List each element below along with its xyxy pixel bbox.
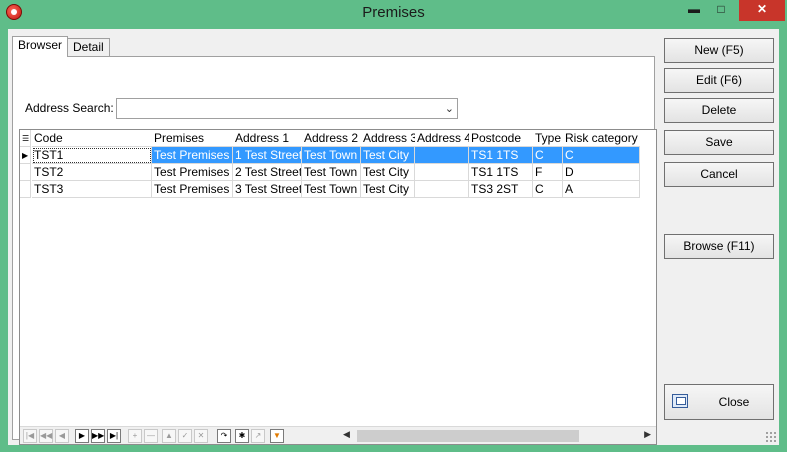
table-row[interactable]: ▶ TST1 Test Premises 1 Test Street Test …	[20, 147, 640, 164]
scroll-thumb[interactable]	[357, 430, 579, 442]
cell-postcode[interactable]: TS3 2ST	[469, 181, 533, 198]
first-icon[interactable]: |◀	[23, 429, 37, 443]
goto-bookmark-icon[interactable]: ↗	[251, 429, 265, 443]
next-icon[interactable]: ▶	[75, 429, 89, 443]
close-button[interactable]: Close	[664, 384, 774, 420]
cell-address2[interactable]: Test Town	[302, 181, 361, 198]
column-header-postcode[interactable]: Postcode	[469, 130, 533, 147]
client-area: Browser Detail Address Search: ⌄ ☰ Code …	[8, 29, 779, 445]
cell-risk[interactable]: A	[563, 181, 640, 198]
minimize-button[interactable]: ▬	[683, 0, 705, 21]
column-header-risk-category[interactable]: Risk category	[563, 130, 640, 147]
column-chooser-icon[interactable]: ☰	[20, 130, 31, 147]
current-row-indicator-icon: ▶	[20, 147, 31, 164]
cancel-button[interactable]: Cancel	[664, 162, 774, 187]
edit-button[interactable]: Edit (F6)	[664, 68, 774, 93]
cancel-icon[interactable]: ✕	[194, 429, 208, 443]
row-indicator	[20, 181, 31, 198]
refresh-icon[interactable]: ↷	[217, 429, 231, 443]
delete-icon[interactable]: —	[144, 429, 158, 443]
new-button[interactable]: New (F5)	[664, 38, 774, 63]
post-icon[interactable]: ✓	[178, 429, 192, 443]
horizontal-scrollbar[interactable]: ◀ ▶	[338, 426, 656, 444]
title-bar[interactable]: Premises ▬ □ ✕	[0, 0, 787, 25]
maximize-button[interactable]: □	[710, 0, 732, 21]
premises-grid[interactable]: ☰ Code Premises Address 1 Address 2 Addr…	[19, 129, 657, 445]
save-button[interactable]: Save	[664, 130, 774, 155]
cell-address4[interactable]	[415, 181, 469, 198]
column-header-address4[interactable]: Address 4	[415, 130, 469, 147]
next-page-icon[interactable]: ▶▶	[91, 429, 105, 443]
cell-address1[interactable]: 2 Test Street	[233, 164, 302, 181]
cell-type[interactable]: C	[533, 147, 563, 164]
column-header-code[interactable]: Code	[32, 130, 152, 147]
scroll-right-icon[interactable]: ▶	[644, 429, 651, 440]
cell-address2[interactable]: Test Town	[302, 164, 361, 181]
browse-button[interactable]: Browse (F11)	[664, 234, 774, 259]
cell-code[interactable]: TST3	[32, 181, 152, 198]
cell-premises[interactable]: Test Premises 2	[152, 164, 233, 181]
address-search-combobox[interactable]: ⌄	[116, 98, 458, 119]
cell-type[interactable]: F	[533, 164, 563, 181]
cell-code[interactable]: TST1	[32, 147, 152, 164]
cell-code[interactable]: TST2	[32, 164, 152, 181]
cell-postcode[interactable]: TS1 1TS	[469, 164, 533, 181]
column-header-address2[interactable]: Address 2	[302, 130, 361, 147]
column-header-premises[interactable]: Premises	[152, 130, 233, 147]
cell-postcode[interactable]: TS1 1TS	[469, 147, 533, 164]
row-indicator	[20, 164, 31, 181]
grid-navigator: |◀ ◀◀ ◀ ▶ ▶▶ ▶| + — ▲ ✓ ✕ ↷ ✱ ↗ ▼	[20, 426, 338, 444]
cell-address2[interactable]: Test Town	[302, 147, 361, 164]
browser-panel: Address Search: ⌄ ☰ Code Premises Addres…	[12, 56, 657, 445]
scroll-left-icon[interactable]: ◀	[343, 429, 350, 440]
close-window-icon	[672, 394, 688, 408]
cell-address3[interactable]: Test City	[361, 164, 415, 181]
window-close-button[interactable]: ✕	[739, 0, 785, 21]
window-title: Premises	[362, 4, 425, 21]
tab-detail[interactable]: Detail	[67, 38, 110, 57]
table-row[interactable]: TST3 Test Premises 3 3 Test Street Test …	[20, 181, 640, 198]
prev-icon[interactable]: ◀	[55, 429, 69, 443]
close-button-label: Close	[718, 395, 750, 409]
cell-address3[interactable]: Test City	[361, 181, 415, 198]
delete-button[interactable]: Delete	[664, 98, 774, 123]
cell-address4[interactable]	[415, 164, 469, 181]
chevron-down-icon[interactable]: ⌄	[445, 102, 454, 115]
grid-header-row: ☰ Code Premises Address 1 Address 2 Addr…	[20, 130, 640, 147]
cell-risk[interactable]: D	[563, 164, 640, 181]
insert-icon[interactable]: +	[128, 429, 142, 443]
cell-address3[interactable]: Test City	[361, 147, 415, 164]
address-search-label: Address Search:	[25, 101, 114, 115]
cell-premises[interactable]: Test Premises	[152, 147, 233, 164]
resize-grip-icon[interactable]	[765, 431, 777, 443]
cell-premises[interactable]: Test Premises 3	[152, 181, 233, 198]
filter-icon[interactable]: ▼	[270, 429, 284, 443]
last-icon[interactable]: ▶|	[107, 429, 121, 443]
cell-address1[interactable]: 1 Test Street	[233, 147, 302, 164]
tab-browser[interactable]: Browser	[12, 36, 69, 57]
window: Premises ▬ □ ✕ Browser Detail Address Se…	[0, 0, 787, 452]
cell-type[interactable]: C	[533, 181, 563, 198]
cell-risk[interactable]: C	[563, 147, 640, 164]
prev-page-icon[interactable]: ◀◀	[39, 429, 53, 443]
up-icon[interactable]: ▲	[162, 429, 176, 443]
column-header-address1[interactable]: Address 1	[233, 130, 302, 147]
table-row[interactable]: TST2 Test Premises 2 2 Test Street Test …	[20, 164, 640, 181]
column-header-type[interactable]: Type	[533, 130, 563, 147]
cell-address1[interactable]: 3 Test Street	[233, 181, 302, 198]
column-header-address3[interactable]: Address 3	[361, 130, 415, 147]
bookmark-icon[interactable]: ✱	[235, 429, 249, 443]
cell-address4[interactable]	[415, 147, 469, 164]
